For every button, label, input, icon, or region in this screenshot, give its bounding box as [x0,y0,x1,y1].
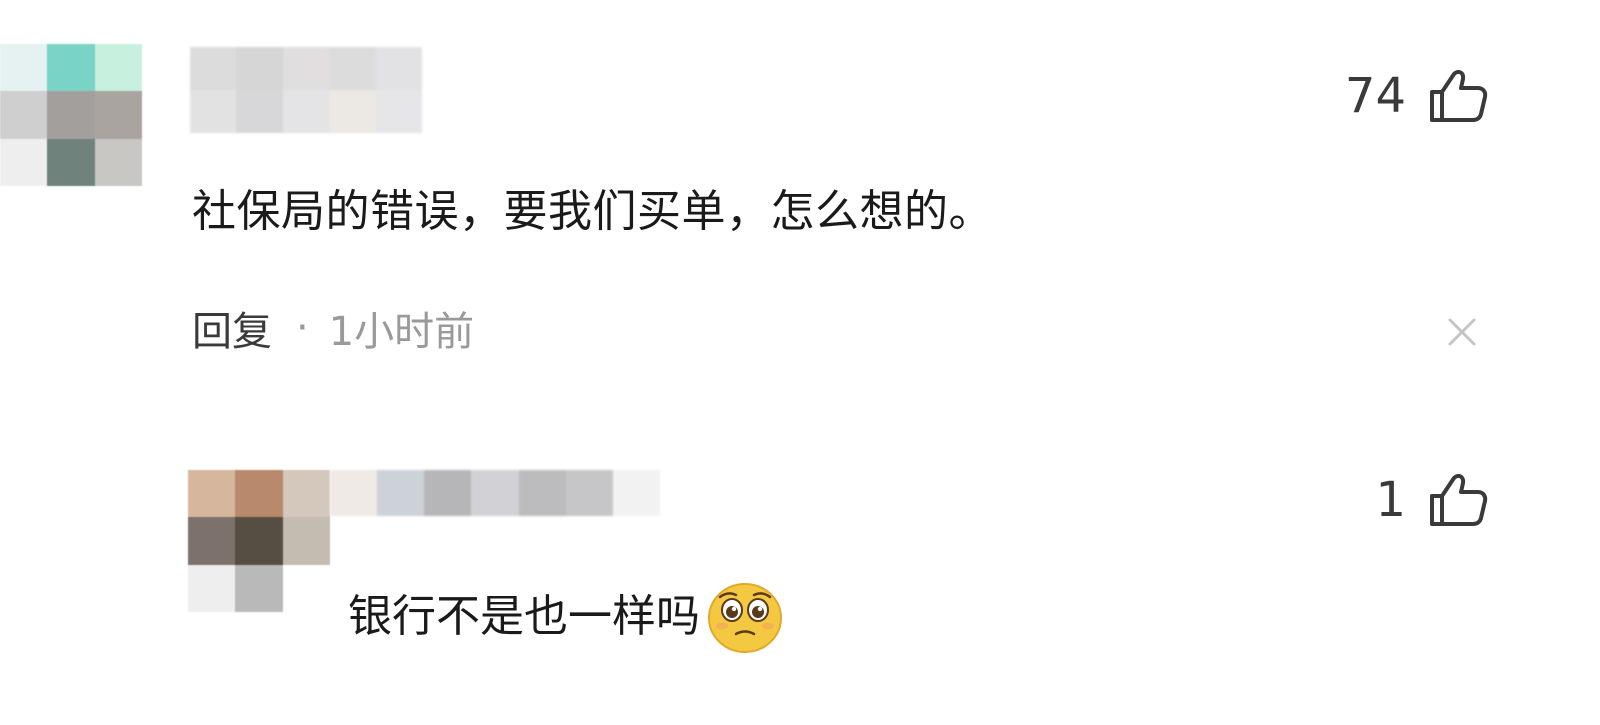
avatar[interactable] [0,44,142,186]
comment-thread: 74 社保局的错误，要我们买单，怎么想的。 回复 · 1小时前 1 银行不是也一… [0,0,1600,725]
close-icon[interactable] [1444,314,1480,350]
thumbs-up-icon [1430,69,1488,122]
meta-separator: · [296,305,309,351]
pleading-face-emoji-icon [708,583,782,653]
reply-username-blurred[interactable] [330,470,660,516]
comment-timestamp: 1小时前 [328,309,475,355]
comment-text: 社保局的错误，要我们买单，怎么想的。 [192,186,993,237]
reply-like-count: 1 [1375,472,1406,528]
reply-text: 银行不是也一样吗 [348,591,700,642]
comment-meta: 回复 · 1小时前 [192,299,475,357]
reply-text-row: 银行不是也一样吗 [348,580,784,654]
reply-avatar[interactable] [188,470,330,612]
like-button[interactable]: 74 [1345,68,1488,124]
username-blurred[interactable] [190,47,422,133]
like-count: 74 [1344,68,1406,124]
thumbs-up-icon [1430,473,1488,526]
reply-like-button[interactable]: 1 [1375,472,1488,528]
reply-button[interactable]: 回复 [192,299,272,357]
